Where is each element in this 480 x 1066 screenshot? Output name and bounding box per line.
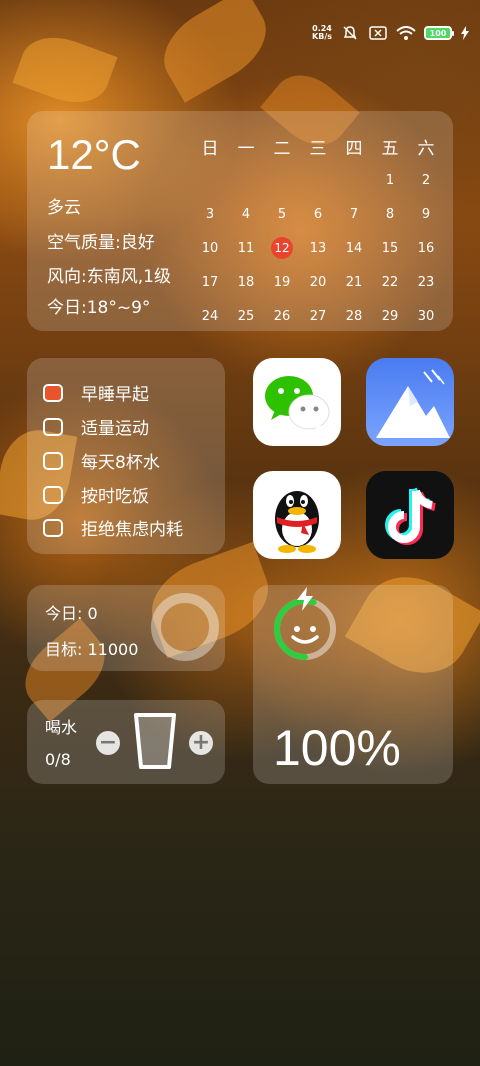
calendar-day[interactable]: 7: [336, 207, 372, 222]
qq-penguin-icon: [275, 491, 319, 553]
weekday-label: 二: [273, 138, 291, 159]
calendar-day[interactable]: 15: [372, 241, 408, 256]
calendar-weekday-row: 日 一 二 三 四 五 六: [192, 129, 444, 163]
calendar-day[interactable]: 20: [300, 275, 336, 290]
today-temperature-range: 今日:18°~9°: [47, 298, 151, 318]
todo-label: 按时吃饭: [81, 487, 149, 507]
calendar-day[interactable]: 9: [408, 207, 444, 222]
calendar-day[interactable]: 22: [372, 275, 408, 290]
checkbox[interactable]: [43, 518, 63, 537]
charging-bolt-icon: [297, 587, 313, 611]
water-minus-button[interactable]: −: [96, 731, 120, 755]
no-sim-icon: [368, 25, 388, 41]
status-bar: 0.24 KB/s 100: [312, 22, 470, 44]
calendar-day[interactable]: 26: [264, 309, 300, 324]
steps-widget[interactable]: 今日: 0 目标: 11000: [27, 585, 225, 671]
steps-progress-ring: [151, 593, 219, 661]
wechat-app[interactable]: [253, 358, 341, 446]
calendar-week-row: 17 18 19 20 21 22 23: [192, 265, 444, 299]
calendar-day[interactable]: 21: [336, 275, 372, 290]
calendar-week-row: 12: [192, 163, 444, 197]
checkbox[interactable]: [43, 485, 63, 504]
calendar-day[interactable]: 5: [264, 207, 300, 222]
temperature: 12°C: [47, 131, 141, 178]
weekday-label: 四: [345, 138, 363, 159]
weekday-label: 六: [417, 138, 435, 159]
steps-today: 今日: 0: [45, 604, 98, 623]
wifi-icon: [396, 25, 416, 41]
calendar: 日 一 二 三 四 五 六 1 2 3 4 5 6 7 8 9 10 11 12 13 14 15 16 17 1…: [192, 129, 444, 333]
calendar-day[interactable]: 10: [192, 241, 228, 256]
water-widget[interactable]: 喝水 0/8 − +: [27, 700, 225, 784]
todo-widget[interactable]: 早睡早起 适量运动 每天8杯水 按时吃饭 拒绝焦虑内耗: [27, 358, 225, 554]
air-quality: 空气质量:良好: [47, 233, 155, 253]
calendar-day[interactable]: 18: [228, 275, 264, 290]
calendar-day[interactable]: 6: [300, 207, 336, 222]
calendar-days: 1 2 3 4 5 6 7 8 9 10 11 12 13 14 15 16 17 18 19 20 21 22 23 24 2…: [192, 163, 444, 333]
calendar-day[interactable]: 2: [408, 173, 444, 188]
battery-percent: 100%: [273, 720, 401, 776]
calendar-day[interactable]: 4: [228, 207, 264, 222]
todo-item[interactable]: 适量运动: [43, 414, 149, 439]
todo-item[interactable]: 每天8杯水: [43, 448, 160, 473]
weekday-label: 五: [381, 138, 399, 159]
weather-condition: 多云: [47, 198, 81, 218]
qq-app[interactable]: [253, 471, 341, 559]
weekday-label: 日: [201, 138, 219, 159]
todo-item[interactable]: 按时吃饭: [43, 482, 149, 507]
todo-label: 早睡早起: [81, 385, 149, 405]
calendar-day[interactable]: 30: [408, 309, 444, 324]
todo-label: 适量运动: [81, 419, 149, 439]
todo-label: 每天8杯水: [81, 453, 160, 473]
calendar-week-row: 24 25 26 27 28 29 30: [192, 299, 444, 333]
calendar-day[interactable]: 13: [300, 241, 336, 256]
weekday-label: 三: [309, 138, 327, 159]
calendar-day[interactable]: 3: [192, 207, 228, 222]
water-cup-icon: [134, 713, 176, 769]
weekday-label: 一: [237, 138, 255, 159]
calendar-day[interactable]: 25: [228, 309, 264, 324]
water-title: 喝水: [45, 718, 78, 737]
water-count: 0/8: [45, 750, 71, 769]
checkbox[interactable]: [43, 451, 63, 470]
network-speed: 0.24 KB/s: [312, 24, 332, 41]
wind: 风向:东南风,1级: [47, 267, 171, 287]
gallery-app[interactable]: [366, 358, 454, 446]
calendar-day[interactable]: 14: [336, 241, 372, 256]
calendar-day[interactable]: 29: [372, 309, 408, 324]
calendar-day[interactable]: 8: [372, 207, 408, 222]
calendar-day[interactable]: 27: [300, 309, 336, 324]
calendar-day[interactable]: 19: [264, 275, 300, 290]
calendar-day-today[interactable]: 12: [264, 237, 300, 259]
battery-icon: 100: [424, 26, 454, 40]
checkbox[interactable]: [43, 417, 63, 436]
calendar-day[interactable]: 28: [336, 309, 372, 324]
steps-goal: 目标: 11000: [45, 640, 139, 659]
charging-bolt-icon: [460, 25, 470, 41]
tiktok-app[interactable]: [366, 471, 454, 559]
mute-bell-icon: [340, 25, 360, 41]
calendar-day[interactable]: 1: [372, 173, 408, 188]
checkbox[interactable]: [43, 383, 63, 402]
water-plus-button[interactable]: +: [189, 731, 213, 755]
battery-widget[interactable]: 100%: [253, 585, 453, 784]
calendar-day[interactable]: 23: [408, 275, 444, 290]
calendar-week-row: 10 11 12 13 14 15 16: [192, 231, 444, 265]
calendar-day[interactable]: 16: [408, 241, 444, 256]
calendar-day[interactable]: 11: [228, 241, 264, 256]
todo-item[interactable]: 拒绝焦虑内耗: [43, 515, 183, 540]
gallery-mountain-icon: [376, 369, 450, 438]
calendar-week-row: 3456789: [192, 197, 444, 231]
todo-label: 拒绝焦虑内耗: [81, 520, 183, 540]
calendar-day[interactable]: 24: [192, 309, 228, 324]
wechat-icon: [265, 376, 330, 432]
todo-item[interactable]: 早睡早起: [43, 380, 149, 405]
tiktok-icon: [385, 487, 436, 545]
weather-calendar-widget[interactable]: 12°C 多云 空气质量:良好 风向:东南风,1级 今日:18°~9° 日 一 …: [27, 111, 453, 331]
calendar-day[interactable]: 17: [192, 275, 228, 290]
